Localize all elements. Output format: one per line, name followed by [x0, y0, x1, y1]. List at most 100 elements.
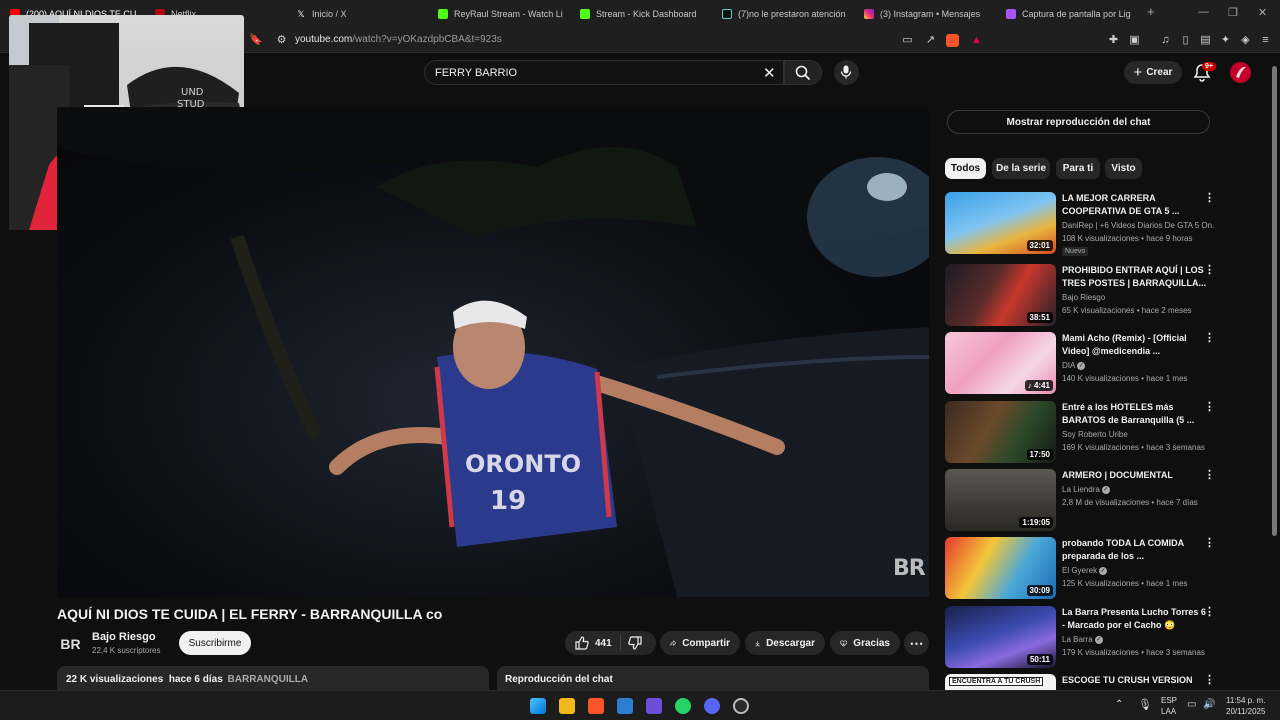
recommendation-title[interactable]: PROHIBIDO ENTRAR AQUÍ | LOS TRES POSTES … [1062, 264, 1210, 290]
scrollbar-thumb[interactable] [1272, 66, 1277, 536]
brave-shields-icon[interactable] [946, 34, 959, 47]
clock-date[interactable]: 20/11/2025 [1226, 707, 1265, 716]
video-thumbnail[interactable]: 50:11 [945, 606, 1056, 668]
extensions-icon[interactable]: ✚ [1107, 34, 1120, 47]
obs-icon[interactable] [733, 698, 749, 714]
cast-icon[interactable]: ▭ [901, 34, 914, 47]
site-settings-icon[interactable]: ⚙ [275, 34, 288, 47]
like-button[interactable]: 441 [575, 636, 612, 650]
share-icon[interactable]: ↗ [924, 34, 937, 47]
channel-watermark[interactable]: BR [893, 556, 926, 581]
search-input[interactable]: FERRY BARRIO ✕ [424, 60, 784, 85]
new-tab-button[interactable]: + [1147, 4, 1155, 19]
tab-reyraul[interactable]: ReyRaul Stream - Watch Live o [438, 4, 563, 24]
tab-instagram[interactable]: (3) Instagram • Mensajes [864, 4, 989, 24]
file-explorer-icon[interactable] [559, 698, 575, 714]
music-icon[interactable]: ♫ [1159, 34, 1172, 47]
more-vertical-icon[interactable]: ⋮ [1204, 675, 1215, 686]
menu-icon[interactable]: ≡ [1259, 34, 1272, 47]
maximize-icon[interactable]: ❐ [1228, 6, 1238, 19]
more-vertical-icon[interactable]: ⋮ [1204, 538, 1215, 549]
video-thumbnail[interactable]: ♪ 4:41 [945, 332, 1056, 394]
tray-expand-icon[interactable]: ⌃ [1115, 699, 1123, 710]
recommendation-channel[interactable]: DaniRep | +6 Videos Diarios De GTA 5 On.… [1062, 221, 1214, 230]
recommendation-item[interactable]: 50:11 La Barra Presenta Lucho Torres 6 -… [945, 606, 1215, 670]
recommendation-item[interactable]: 38:51 PROHIBIDO ENTRAR AQUÍ | LOS TRES P… [945, 264, 1215, 328]
recommendation-title[interactable]: Mami Acho (Remix) - [Official Video] @me… [1062, 332, 1210, 358]
download-button[interactable]: Descargar [745, 631, 825, 655]
recommendation-title[interactable]: La Barra Presenta Lucho Torres 6 - Marca… [1062, 606, 1210, 632]
recommendation-item[interactable]: ENCUENTRA A TU CRUSH ESCOGE TU CRUSH VER… [945, 674, 1215, 690]
clock-time[interactable]: 11:54 p. m. [1226, 696, 1265, 705]
recommendation-channel-row[interactable]: El Gyerek ✓ [1062, 566, 1214, 575]
close-window-icon[interactable]: ✕ [1258, 6, 1267, 19]
more-vertical-icon[interactable]: ⋮ [1204, 265, 1215, 276]
search-button[interactable] [784, 60, 822, 85]
brave-rewards-icon[interactable]: ▲ [970, 34, 983, 47]
more-actions-button[interactable]: ⋯ [904, 631, 929, 655]
subscribe-button[interactable]: Suscribirme [179, 631, 251, 655]
recommendation-item[interactable]: 17:50 Entré a los HOTELES más BARATOS de… [945, 401, 1215, 465]
recommendation-channel-row[interactable]: DIA ✓ [1062, 361, 1214, 370]
video-thumbnail[interactable]: 38:51 [945, 264, 1056, 326]
voice-search-button[interactable] [834, 60, 859, 85]
video-thumbnail[interactable]: 17:50 [945, 401, 1056, 463]
chat-replay-panel[interactable]: Reproducción del chat [497, 666, 929, 690]
video-thumbnail[interactable]: 1:19:05 [945, 469, 1056, 531]
url-field[interactable]: youtube.com/watch?v=yOKazdpbCBA&t=923s [295, 34, 502, 45]
recommendation-channel-row[interactable]: La Liendra ✓ [1062, 485, 1214, 494]
brave-browser-icon[interactable] [588, 698, 604, 714]
profile-avatar[interactable] [1230, 62, 1251, 83]
recommendation-title[interactable]: Entré a los HOTELES más BARATOS de Barra… [1062, 401, 1210, 427]
sidebar-icon[interactable]: ▯ [1179, 34, 1192, 47]
minimize-icon[interactable]: — [1198, 6, 1209, 18]
thanks-button[interactable]: $ Gracias [830, 631, 900, 655]
tab-x[interactable]: 𝕏 Inicio / X [296, 4, 421, 24]
video-thumbnail[interactable]: 30:09 [945, 537, 1056, 599]
keyboard-lang-2[interactable]: LAA [1161, 707, 1176, 716]
create-button[interactable]: + Crear [1124, 61, 1182, 84]
recommendation-item[interactable]: 32:01 LA MEJOR CARRERA COOPERATIVA DE GT… [945, 192, 1215, 256]
recommendation-title[interactable]: ARMERO | DOCUMENTAL [1062, 469, 1210, 482]
recommendation-item[interactable]: 1:19:05 ARMERO | DOCUMENTAL La Liendra ✓ … [945, 469, 1215, 533]
channel-name[interactable]: Bajo Riesgo [92, 631, 156, 643]
recommendation-title[interactable]: LA MEJOR CARRERA COOPERATIVA DE GTA 5 ..… [1062, 192, 1210, 218]
screenshot-icon[interactable]: ▣ [1128, 34, 1141, 47]
more-vertical-icon[interactable]: ⋮ [1204, 193, 1215, 204]
start-icon[interactable] [530, 698, 546, 714]
chip-todos[interactable]: Todos [945, 158, 986, 179]
tab-tiktok[interactable]: (7)no le prestaron atención a el [722, 4, 847, 24]
recommendation-item[interactable]: ♪ 4:41 Mami Acho (Remix) - [Official Vid… [945, 332, 1215, 396]
show-chat-replay-button[interactable]: Mostrar reproducción del chat [947, 110, 1210, 134]
chip-para-ti[interactable]: Para ti [1056, 158, 1100, 179]
volume-icon[interactable]: 🔊 [1203, 699, 1215, 710]
video-thumbnail[interactable]: ENCUENTRA A TU CRUSH [945, 674, 1056, 690]
description-tag[interactable]: BARRANQUILLA [228, 674, 309, 685]
bookmark-icon[interactable]: 🔖 [249, 34, 263, 47]
discord-icon[interactable] [704, 698, 720, 714]
leo-ai-icon[interactable]: ✦ [1219, 34, 1232, 47]
recommendation-channel-row[interactable]: La Barra ✓ [1062, 635, 1214, 644]
store-icon[interactable] [617, 698, 633, 714]
channel-avatar[interactable]: BR [57, 630, 84, 657]
recommendation-item[interactable]: 30:09 probando TODA LA COMIDA preparada … [945, 537, 1215, 601]
recommendation-channel[interactable]: Soy Roberto Uribe [1062, 430, 1214, 439]
dislike-button[interactable] [628, 636, 642, 655]
recommendation-title[interactable]: ESCOGE TU CRUSH VERSION [1062, 674, 1210, 687]
whatsapp-icon[interactable] [675, 698, 691, 714]
video-player[interactable]: ORONTO 19 BR [57, 107, 929, 597]
more-vertical-icon[interactable]: ⋮ [1204, 607, 1215, 618]
tab-kick-dashboard[interactable]: Stream - Kick Dashboard [580, 4, 705, 24]
video-thumbnail[interactable]: 32:01 [945, 192, 1056, 254]
clear-search-icon[interactable]: ✕ [763, 64, 776, 82]
description-box[interactable]: 22 K visualizaciones hace 6 días BARRANQ… [57, 666, 489, 690]
chip-visto[interactable]: Visto [1105, 158, 1142, 179]
microphone-tray-icon[interactable]: 🎙 [1138, 698, 1152, 711]
recommendation-channel[interactable]: Bajo Riesgo [1062, 293, 1214, 302]
share-button[interactable]: Compartir [660, 631, 740, 655]
chip-de-la-serie[interactable]: De la serie [992, 158, 1050, 179]
recommendation-title[interactable]: probando TODA LA COMIDA preparada de los… [1062, 537, 1210, 563]
vpn-icon[interactable]: ◈ [1239, 34, 1252, 47]
more-vertical-icon[interactable]: ⋮ [1204, 333, 1215, 344]
network-icon[interactable]: ▭ [1187, 699, 1196, 710]
